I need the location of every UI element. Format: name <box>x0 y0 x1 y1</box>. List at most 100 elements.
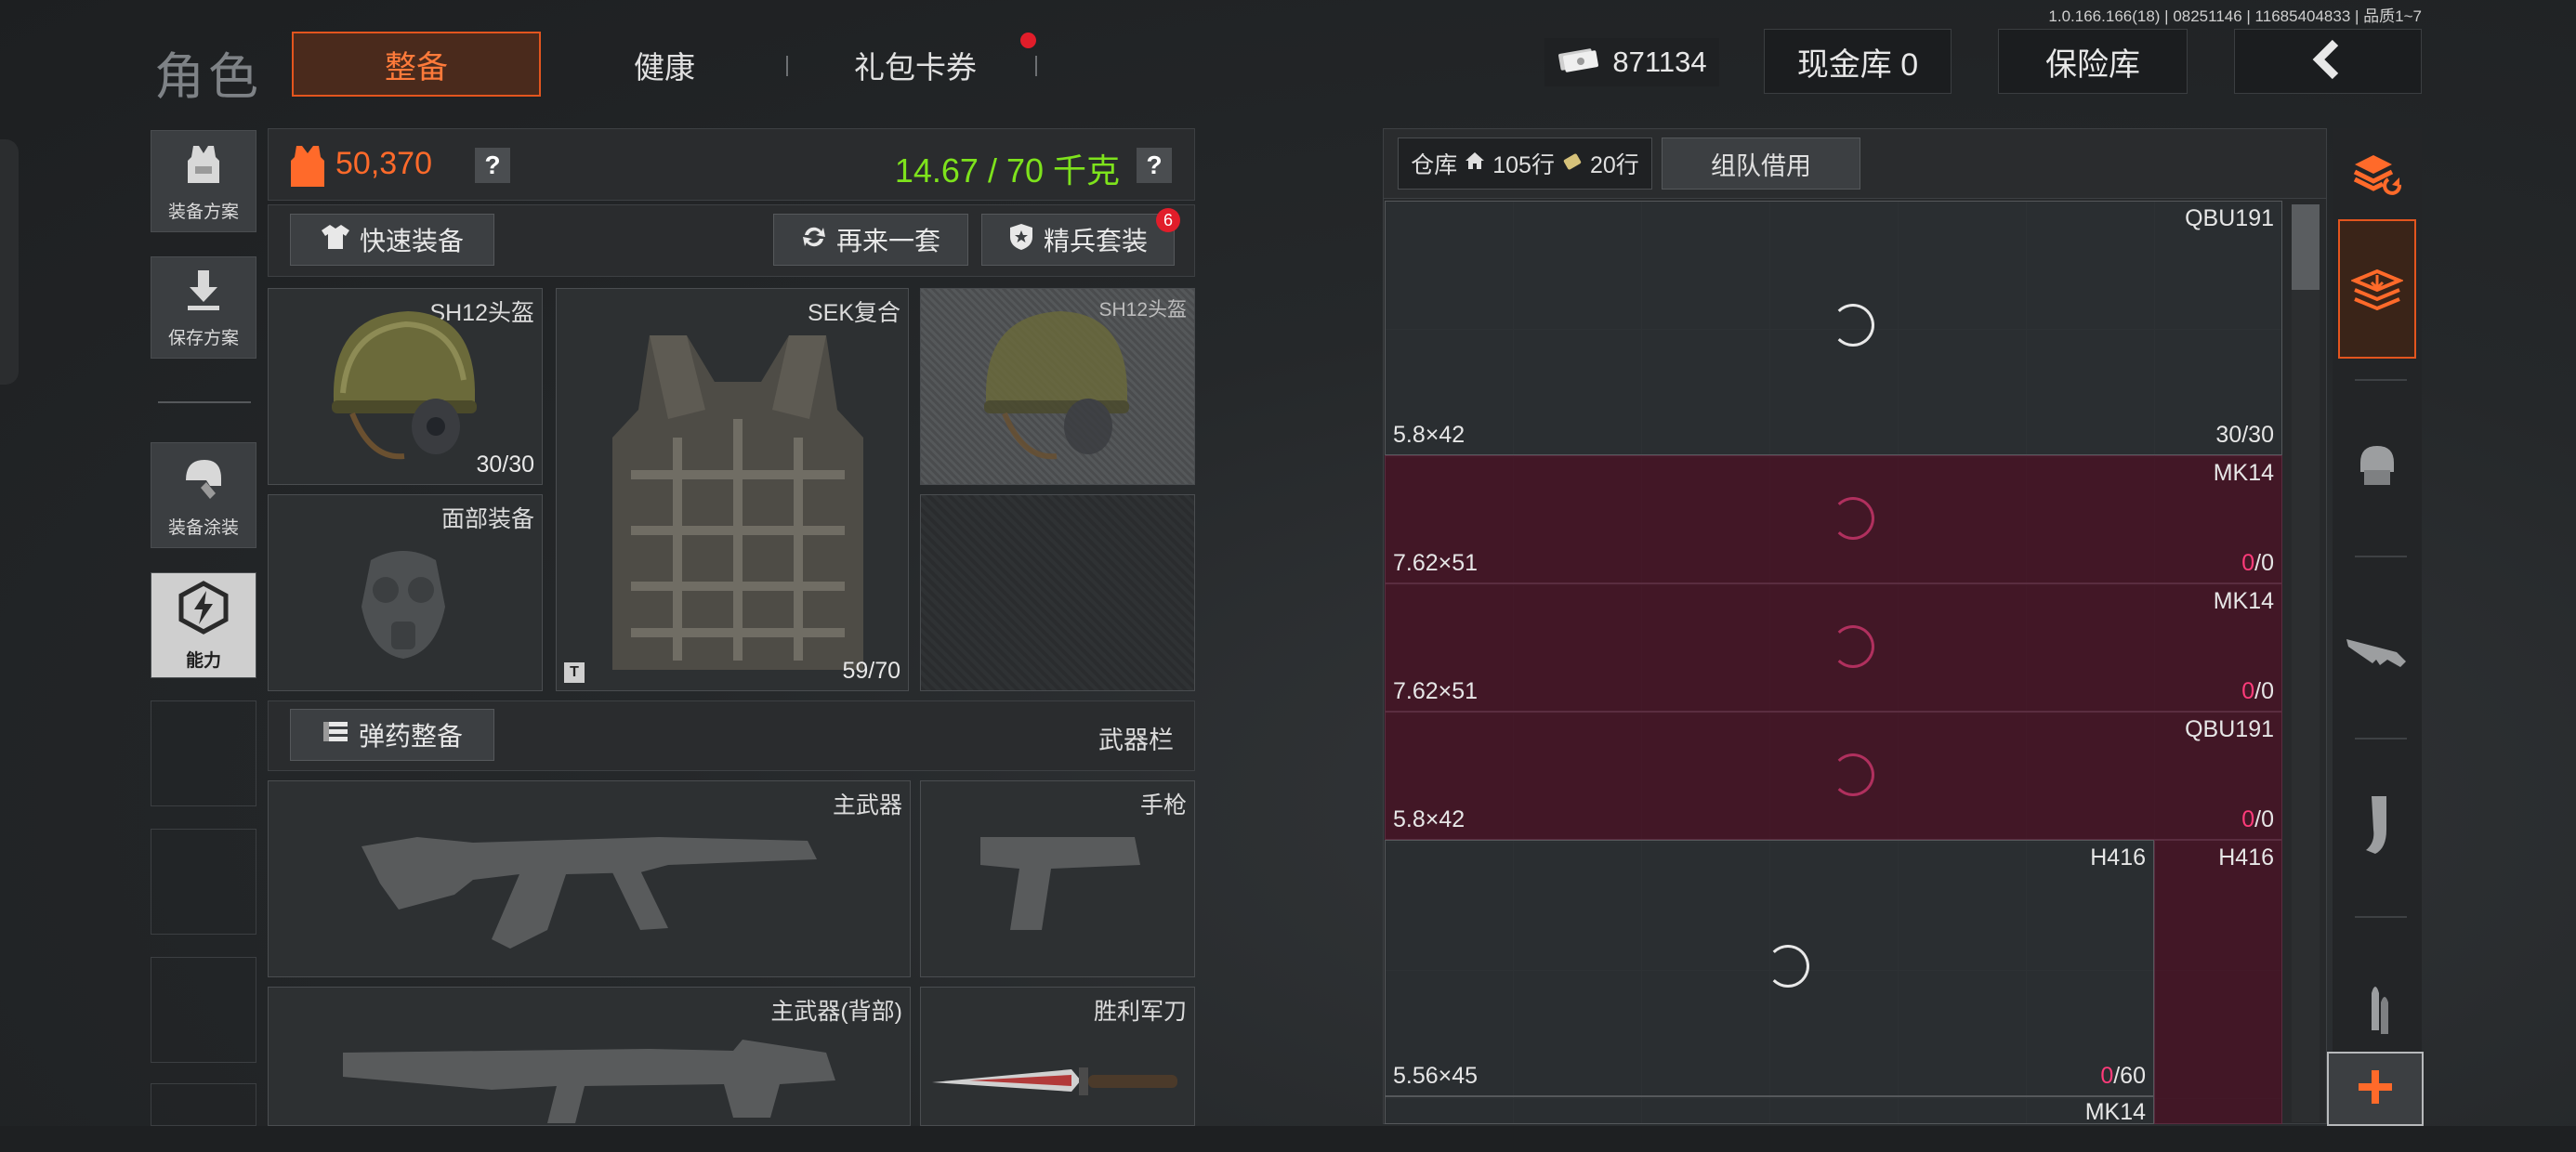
rail-tab-ammo[interactable] <box>2338 962 2416 1055</box>
warehouse-tab-label: 仓库 <box>1411 152 1458 178</box>
side-save-plan[interactable]: 保存方案 <box>151 256 256 359</box>
armor-help-button[interactable]: ? <box>475 148 510 183</box>
weapon-bar-label: 武器栏 <box>1098 727 1174 754</box>
face-slot[interactable]: 面部装备 <box>268 494 543 691</box>
item-name: QBU191 <box>2185 716 2274 742</box>
helmet-icon <box>315 296 492 478</box>
tab-health[interactable]: 健康 <box>576 37 753 93</box>
team-borrow-button[interactable]: 组队借用 <box>1662 137 1860 190</box>
chevron-left-icon <box>2307 39 2348 85</box>
side-loadout-plan[interactable]: 装备方案 <box>151 130 256 232</box>
weight-help-button[interactable]: ? <box>1137 148 1172 183</box>
stat-bar: 50,370 ? 14.67 / 70 千克 ? <box>268 128 1195 201</box>
rifle-icon <box>361 809 826 972</box>
money-display[interactable]: 871134 <box>1544 38 1719 86</box>
pistol-label: 手枪 <box>1139 792 1187 818</box>
helmet-slot[interactable]: SH12头盔 30/30 <box>268 288 543 485</box>
warehouse-rows-b: 20行 <box>1589 152 1639 178</box>
left-edge-tab[interactable] <box>0 139 19 385</box>
armor-slot[interactable]: SEK复合 T 59/70 <box>556 288 909 691</box>
tab-divider <box>786 56 788 76</box>
item-caliber: 7.62×51 <box>1393 550 1479 576</box>
bottom-strip <box>0 1126 2576 1152</box>
quick-equip-button[interactable]: 快速装备 <box>290 214 494 266</box>
item-ammo: 0/60 <box>2100 1063 2146 1089</box>
rifle-icon <box>343 1034 845 1125</box>
warehouse-item[interactable]: H416 <box>2154 840 2282 1124</box>
ammo-list-icon <box>322 718 349 753</box>
elite-set-button[interactable]: 精兵套装 <box>981 214 1175 266</box>
warehouse-item[interactable]: MK14 <box>1385 1096 2154 1124</box>
scrollbar-thumb[interactable] <box>2292 204 2320 290</box>
another-set-button[interactable]: 再来一套 <box>773 214 968 266</box>
lightning-hex-icon <box>176 580 231 641</box>
side-divider <box>158 401 251 403</box>
side-paint[interactable]: 装备涂装 <box>151 442 256 548</box>
vest-icon <box>2351 439 2403 495</box>
another-set-label: 再来一套 <box>835 227 940 255</box>
face-slot-label: 面部装备 <box>440 506 534 532</box>
knife-slot[interactable]: 胜利军刀 <box>920 987 1195 1126</box>
primary-weapon-slot[interactable]: 主武器 <box>268 780 911 977</box>
warehouse-tab[interactable]: 仓库 105行 20行 <box>1398 137 1652 190</box>
item-caliber: 5.8×42 <box>1393 806 1465 832</box>
loading-spinner <box>1832 625 1874 668</box>
tab-equip[interactable]: 整备 <box>292 32 541 97</box>
back-button[interactable] <box>2234 29 2422 94</box>
warehouse-item[interactable]: MK14 7.62×51 0/0 <box>1385 583 2282 712</box>
stack-download-icon <box>2349 264 2405 321</box>
side-ability-label: 能力 <box>185 650 221 671</box>
side-paint-label: 装备涂装 <box>167 517 239 538</box>
ammo-setup-label: 弹药整备 <box>358 722 463 751</box>
side-ability[interactable]: 能力 <box>151 572 256 678</box>
item-name: H416 <box>2218 844 2274 871</box>
item-ammo: 30/30 <box>2215 422 2274 448</box>
rail-divider <box>2355 916 2407 918</box>
warehouse-item[interactable]: QBU191 5.8×42 0/0 <box>1385 712 2282 840</box>
add-button[interactable] <box>2327 1052 2424 1126</box>
bullet-icon <box>2359 975 2396 1044</box>
loading-spinner <box>1832 497 1874 540</box>
rail-tab-magazines[interactable] <box>2338 780 2416 873</box>
side-empty-slot[interactable] <box>151 829 256 935</box>
warehouse-item[interactable]: MK14 7.62×51 0/0 <box>1385 455 2282 583</box>
side-save-plan-label: 保存方案 <box>167 328 239 348</box>
notification-dot <box>1020 33 1036 48</box>
cash-vault-button[interactable]: 现金库 0 <box>1764 29 1952 94</box>
rail-tab-weapons[interactable] <box>2338 602 2416 695</box>
shield-star-icon <box>1008 222 1034 258</box>
tab-gift[interactable]: 礼包卡券 <box>818 37 1013 93</box>
pistol-slot[interactable]: 手枪 <box>920 780 1195 977</box>
helmet-compare-slot[interactable]: SH12头盔 <box>920 288 1195 485</box>
primary-back-slot[interactable]: 主武器(背部) <box>268 987 911 1126</box>
rail-divider <box>2355 738 2407 740</box>
cash-icon <box>1557 45 1599 80</box>
pistol-icon <box>977 828 1144 944</box>
empty-gear-slot[interactable] <box>920 494 1195 691</box>
knife-icon <box>932 1062 1183 1104</box>
ammo-setup-button[interactable]: 弹药整备 <box>290 709 494 761</box>
rail-tab-gear[interactable] <box>2338 420 2416 513</box>
item-name: QBU191 <box>2185 205 2274 231</box>
rail-divider <box>2355 556 2407 557</box>
warehouse-item[interactable]: QBU191 5.8×42 30/30 <box>1385 201 2282 455</box>
item-name: MK14 <box>2213 588 2274 614</box>
stack-refresh-icon <box>2351 151 2403 203</box>
rail-tab-all[interactable] <box>2338 219 2416 359</box>
warehouse-item[interactable]: H416 5.56×45 0/60 <box>1385 840 2154 1096</box>
warehouse-scrollbar[interactable] <box>2292 204 2320 1122</box>
armor-durability: 59/70 <box>842 658 900 684</box>
side-empty-slot[interactable] <box>151 957 256 1063</box>
elite-set-badge: 6 <box>1156 208 1180 232</box>
side-empty-slot[interactable] <box>151 1083 256 1126</box>
gas-mask-icon <box>352 542 454 667</box>
rail-sort-button[interactable] <box>2338 130 2416 223</box>
insurance-vault-button[interactable]: 保险库 <box>1998 29 2188 94</box>
house-icon <box>1465 151 1485 177</box>
download-icon <box>180 267 227 319</box>
shirt-icon <box>321 223 350 257</box>
magazine-icon <box>2359 792 2396 862</box>
refresh-icon <box>801 224 827 256</box>
side-empty-slot[interactable] <box>151 700 256 806</box>
rifle-icon <box>2345 621 2410 677</box>
